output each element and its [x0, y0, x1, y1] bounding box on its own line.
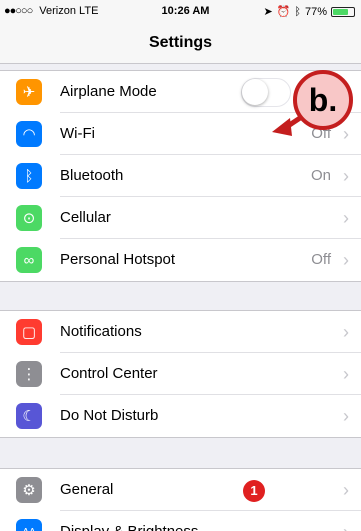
notification-badge: 1 — [243, 480, 265, 502]
chevron-right-icon: › — [343, 322, 349, 342]
settings-row-label: Display & Brightness — [60, 511, 361, 531]
settings-row-general[interactable]: ⚙ General 1 › — [0, 469, 361, 511]
notifications-icon: ▢ — [16, 319, 42, 345]
chevron-right-icon: › — [343, 364, 349, 384]
settings-group-notifications: ▢ Notifications › ⋮ Control Center › ☾ Do Not D… — [0, 310, 361, 438]
status-bar: ●●○○○ Verizon LTE 10:26 AM ➤ ⏰ ᛒ 77% — [0, 0, 361, 22]
settings-row-do-not-disturb[interactable]: ☾ Do Not Disturb › — [0, 395, 361, 437]
chevron-right-icon: › — [343, 124, 349, 144]
bluetooth-icon: ᛒ — [16, 163, 42, 189]
hotspot-icon: ∞ — [16, 247, 42, 273]
chevron-right-icon: › — [343, 406, 349, 426]
chevron-right-icon: › — [343, 480, 349, 500]
settings-row-display-brightness[interactable]: AA Display & Brightness› — [0, 511, 361, 531]
settings-row-label: Do Not Disturb — [60, 407, 159, 424]
alarm-icon: ⏰ — [276, 6, 291, 18]
settings-row-detail: Off — [311, 251, 331, 268]
battery-icon — [331, 6, 355, 17]
settings-row-label: Cellular — [60, 197, 361, 239]
settings-row-detail: Off — [311, 125, 331, 142]
settings-group-general: ⚙General1›AADisplay & Brightness› — [0, 468, 361, 531]
cellular-icon: ⊙ — [16, 205, 42, 231]
settings-row-detail: On — [310, 167, 331, 184]
settings-row-notifications[interactable]: ▢ Notifications › — [0, 311, 361, 353]
settings-row-personal-hotspot[interactable]: ∞ Personal Hotspot Off › — [0, 239, 361, 281]
settings-row-airplane-mode[interactable]: ✈ Airplane Mode — [0, 71, 361, 113]
display-icon: AA — [16, 519, 42, 531]
settings-row-control-center[interactable]: ⋮ Control Center › — [0, 353, 361, 395]
airplane-icon: ✈ — [16, 79, 42, 105]
battery-percent: 77% — [304, 5, 327, 18]
chevron-right-icon: › — [343, 208, 349, 228]
toggle-knob — [242, 79, 268, 105]
settings-row-label: Airplane Mode — [60, 71, 361, 113]
bluetooth-status-icon: ᛒ — [294, 5, 301, 18]
airplane-mode-toggle[interactable] — [241, 78, 291, 107]
chevron-right-icon: › — [343, 166, 349, 186]
settings-row-label: General — [60, 469, 361, 511]
nav-bar: Settings — [0, 22, 361, 64]
settings-row-label: Control Center — [60, 353, 361, 395]
location-icon: ➤ — [263, 6, 273, 18]
chevron-right-icon: › — [343, 511, 349, 531]
settings-row-wi-fi[interactable]: ◠ Wi-Fi Off › — [0, 113, 361, 155]
control-center-icon: ⋮ — [16, 361, 42, 387]
settings-group-connectivity: ✈ Airplane Mode ◠ Wi-Fi Off › ᛒ Bluetooth On › ⊙ Ce… — [0, 70, 361, 282]
settings-row-label: Notifications — [60, 311, 361, 353]
settings-row-bluetooth[interactable]: ᛒ Bluetooth On › — [0, 155, 361, 197]
settings-row-cellular[interactable]: ⊙ Cellular › — [0, 197, 361, 239]
status-right: ➤ ⏰ ᛒ 77% — [263, 5, 355, 18]
wifi-icon: ◠ — [16, 121, 42, 147]
moon-icon: ☾ — [16, 403, 42, 429]
chevron-right-icon: › — [343, 250, 349, 270]
gear-icon: ⚙ — [16, 477, 42, 503]
page-title: Settings — [148, 34, 213, 51]
